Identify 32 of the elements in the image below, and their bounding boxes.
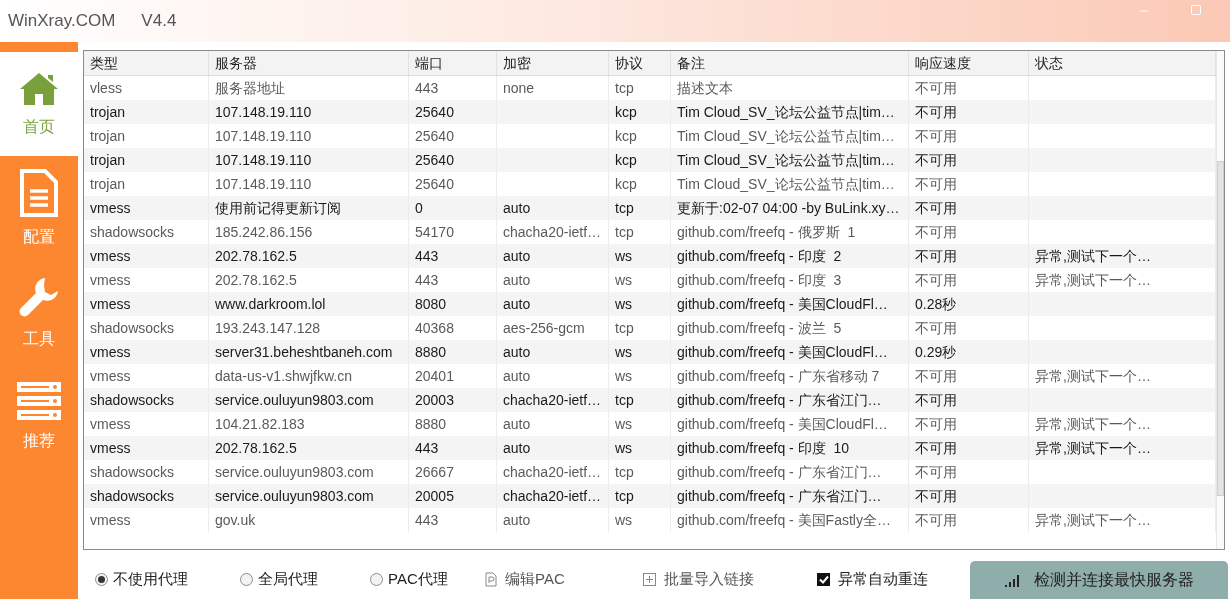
- document-p-icon: [485, 571, 497, 587]
- app-title: WinXray.COM: [8, 11, 116, 31]
- table-cell: 443: [409, 508, 497, 532]
- document-icon: [19, 168, 59, 217]
- check-icon: [818, 574, 829, 584]
- column-header[interactable]: 端口: [409, 51, 497, 75]
- home-icon: [18, 70, 60, 107]
- maximize-icon[interactable]: [1190, 4, 1202, 16]
- table-cell: gov.uk: [209, 508, 409, 532]
- auto-reconnect-checkbox[interactable]: 异常自动重连: [817, 569, 928, 589]
- column-header[interactable]: 协议: [609, 51, 671, 75]
- import-links-button[interactable]: 批量导入链接: [643, 569, 754, 589]
- version-label: V4.4: [141, 11, 177, 31]
- column-header[interactable]: 响应速度: [909, 51, 1029, 75]
- connect-fastest-button[interactable]: 检测并连接最快服务器: [970, 561, 1228, 599]
- table-cell: vmess: [84, 508, 209, 532]
- column-header[interactable]: 类型: [84, 51, 209, 75]
- server-icon: [16, 380, 62, 421]
- plus-box-icon: [643, 572, 656, 586]
- scrollbar[interactable]: [1216, 51, 1224, 549]
- table-cell: github.com/freefq - 美国Fastly全…: [671, 508, 909, 532]
- signal-bars-icon: [1004, 574, 1020, 587]
- proxy-mode-radio[interactable]: 全局代理: [240, 569, 318, 589]
- edit-pac-button[interactable]: 编辑PAC: [485, 569, 565, 589]
- table-cell: 不可用: [909, 508, 1029, 532]
- table-cell: auto: [497, 508, 609, 532]
- table-cell: ws: [609, 508, 671, 532]
- proxy-mode-radio[interactable]: 不使用代理: [95, 569, 188, 589]
- proxy-mode-radio[interactable]: PAC代理: [370, 569, 448, 589]
- column-header[interactable]: 备注: [671, 51, 909, 75]
- column-header[interactable]: 加密: [497, 51, 609, 75]
- column-header[interactable]: 服务器: [209, 51, 409, 75]
